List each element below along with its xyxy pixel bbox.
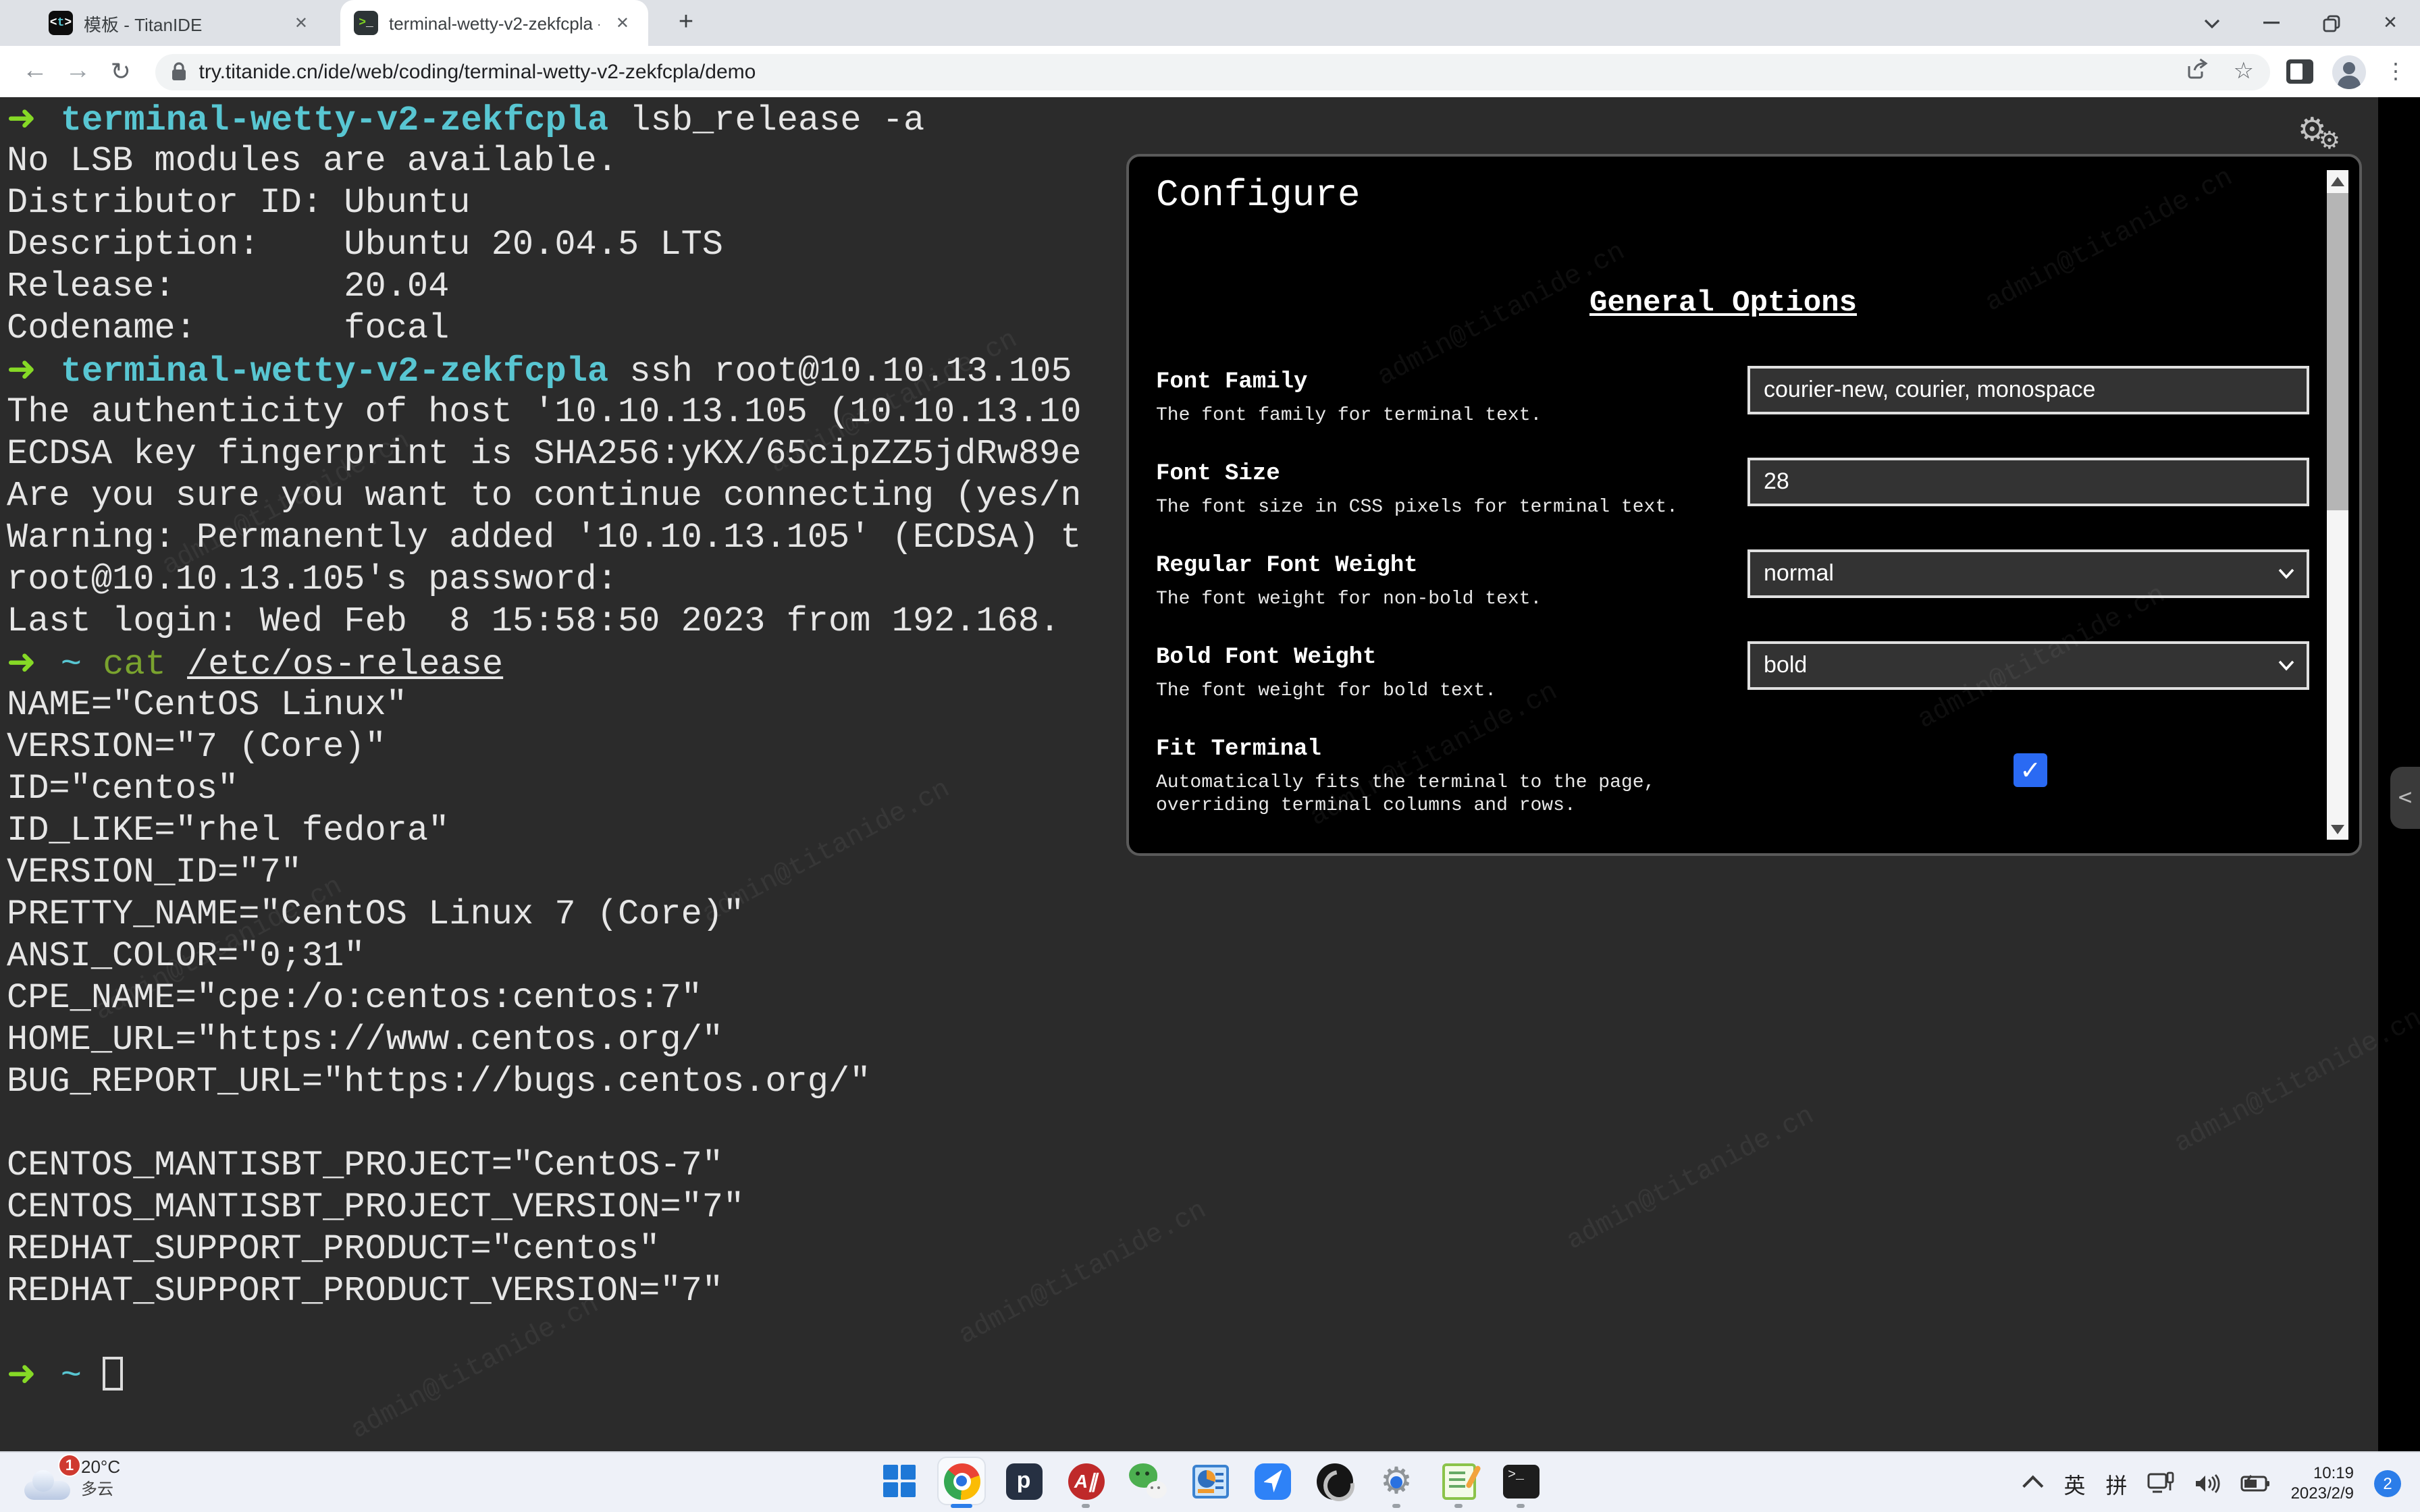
tray-time: 10:19 — [2291, 1463, 2354, 1483]
window-controls: ✕ — [2182, 0, 2420, 46]
fit-terminal-desc: Automatically fits the terminal to the p… — [1156, 772, 2317, 818]
cloud-icon: 1 — [24, 1467, 70, 1500]
notepad-app-button[interactable] — [1436, 1458, 1481, 1504]
drawer-collapse-tab[interactable]: < — [2390, 767, 2420, 829]
p-app-icon: p — [1005, 1463, 1042, 1499]
settings-app-button[interactable]: ⚙ — [1373, 1458, 1419, 1504]
regular-font-weight-row: Regular Font Weight The font weight for … — [1156, 554, 2317, 612]
tab-close-icon[interactable]: ✕ — [289, 11, 313, 35]
bold-font-weight-select[interactable]: bold — [1747, 641, 2309, 690]
weather-temp: 20°C — [81, 1457, 120, 1477]
start-button[interactable] — [876, 1458, 922, 1504]
weather-condition: 多云 — [81, 1477, 120, 1500]
chrome-app-button[interactable] — [939, 1458, 984, 1504]
browser-menu-icon[interactable]: ⋮ — [2385, 58, 2406, 85]
screen: <t> 模板 - TitanIDE ✕ >_ terminal-wetty-v2… — [0, 0, 2420, 1512]
terminal-app-button[interactable]: >_ — [1498, 1458, 1544, 1504]
restore-button[interactable] — [2301, 0, 2361, 46]
obs-app-button[interactable] — [1311, 1458, 1357, 1504]
browser-toolbar: ← → ↻ try.titanide.cn/ide/web/coding/ter… — [0, 46, 2420, 97]
wechat-app-button[interactable] — [1125, 1458, 1171, 1504]
lang-pinyin-indicator[interactable]: 拼 — [2106, 1467, 2128, 1499]
font-family-row: Font Family The font family for terminal… — [1156, 370, 2317, 428]
chart-app-icon — [1192, 1464, 1228, 1498]
fit-terminal-row: Fit Terminal Automatically fits the term… — [1156, 737, 2317, 818]
dialog-title: Configure — [1156, 176, 1360, 217]
tray-chevron-up-icon[interactable] — [2023, 1476, 2044, 1496]
wetty-page: ➜ terminal-wetty-v2-zekfcpla lsb_release… — [0, 97, 2420, 1451]
url-text[interactable]: try.titanide.cn/ide/web/coding/terminal-… — [199, 60, 2176, 83]
back-button[interactable]: ← — [14, 57, 57, 86]
scroll-down-icon[interactable] — [2327, 818, 2348, 840]
settings-gears-icon[interactable]: ⚙⚙ — [2298, 111, 2340, 155]
wechat-icon — [1129, 1463, 1167, 1498]
obs-icon — [1316, 1463, 1352, 1499]
weather-widget[interactable]: 1 20°C 多云 — [24, 1457, 120, 1500]
cmd-icon: >_ — [1502, 1464, 1539, 1498]
terminal-output: ➜ terminal-wetty-v2-zekfcpla lsb_release… — [7, 99, 1081, 1396]
font-family-input[interactable] — [1747, 366, 2309, 414]
font-size-input[interactable] — [1747, 458, 2309, 506]
notepad-icon — [1442, 1463, 1475, 1499]
browser-tab-strip: <t> 模板 - TitanIDE ✕ >_ terminal-wetty-v2… — [0, 0, 2420, 46]
notification-badge[interactable]: 2 — [2374, 1469, 2401, 1496]
lock-icon[interactable] — [172, 62, 187, 81]
gear-icon: ⚙ — [1380, 1463, 1413, 1499]
chevron-down-icon — [2278, 568, 2294, 579]
regular-font-weight-select[interactable]: normal — [1747, 549, 2309, 598]
window-menu-chevron-icon[interactable] — [2182, 0, 2242, 46]
dingtalk-app-button[interactable] — [1249, 1458, 1295, 1504]
share-icon[interactable] — [2186, 57, 2209, 86]
scrollbar-thumb[interactable] — [2327, 193, 2348, 510]
fit-terminal-label: Fit Terminal — [1156, 737, 2317, 763]
section-heading: General Options — [1129, 286, 2317, 320]
tab-close-icon[interactable]: ✕ — [610, 11, 635, 35]
font-size-row: Font Size The font size in CSS pixels fo… — [1156, 462, 2317, 520]
terminal-favicon-icon: >_ — [354, 11, 378, 35]
fit-terminal-checkbox[interactable]: ✓ — [2014, 753, 2047, 787]
battery-icon[interactable] — [2241, 1474, 2271, 1492]
clock[interactable]: 10:19 2023/2/9 — [2291, 1463, 2354, 1503]
terminal-cursor — [103, 1357, 123, 1390]
minimize-button[interactable] — [2242, 0, 2301, 46]
profile-avatar[interactable] — [2332, 55, 2366, 88]
selected-value: bold — [1764, 652, 1807, 679]
bold-font-weight-row: Bold Font Weight The font weight for bol… — [1156, 645, 2317, 703]
display-cast-icon[interactable] — [2148, 1472, 2175, 1494]
new-tab-button[interactable]: + — [670, 7, 702, 39]
toolbar-right: ⋮ — [2286, 55, 2420, 88]
p-app-button[interactable]: p — [1001, 1458, 1047, 1504]
tab-title: 模板 - TitanIDE — [84, 10, 278, 36]
tab-title: terminal-wetty-v2-zekfcpla - T — [389, 13, 600, 33]
dingtalk-icon — [1254, 1463, 1290, 1499]
tab-titanide[interactable]: <t> 模板 - TitanIDE ✕ — [35, 0, 327, 46]
close-window-button[interactable]: ✕ — [2361, 0, 2420, 46]
scroll-up-icon[interactable] — [2327, 170, 2348, 192]
reload-button[interactable]: ↻ — [99, 57, 142, 86]
tray-date: 2023/2/9 — [2291, 1483, 2354, 1503]
configure-dialog: Configure General Options Font Family Th… — [1126, 154, 2362, 856]
weather-badge: 1 — [58, 1454, 81, 1477]
chart-app-button[interactable] — [1187, 1458, 1233, 1504]
address-bar[interactable]: try.titanide.cn/ide/web/coding/terminal-… — [156, 53, 2271, 90]
chrome-icon — [943, 1463, 980, 1499]
side-panel-icon[interactable] — [2286, 59, 2313, 84]
titanide-favicon-icon: <t> — [49, 11, 73, 35]
system-tray: 英 拼 10:19 2023/2/9 2 — [2029, 1453, 2402, 1512]
red-a-app-icon: A∥ — [1068, 1463, 1104, 1499]
bookmark-star-icon[interactable]: ☆ — [2234, 58, 2255, 85]
windows-taskbar: 1 20°C 多云 p A∥ ⚙ >_ 英 拼 — [0, 1451, 2420, 1512]
volume-icon[interactable] — [2195, 1472, 2221, 1494]
forward-button[interactable]: → — [57, 57, 100, 86]
tab-terminal-wetty[interactable]: >_ terminal-wetty-v2-zekfcpla - T ✕ — [340, 0, 648, 46]
windows-logo-icon — [883, 1465, 916, 1497]
chevron-down-icon — [2278, 660, 2294, 671]
taskbar-apps: p A∥ ⚙ >_ — [876, 1458, 1544, 1504]
dialog-scrollbar[interactable] — [2327, 170, 2348, 840]
selected-value: normal — [1764, 560, 1834, 587]
lang-en-indicator[interactable]: 英 — [2064, 1467, 2086, 1499]
red-a-app-button[interactable]: A∥ — [1063, 1458, 1109, 1504]
